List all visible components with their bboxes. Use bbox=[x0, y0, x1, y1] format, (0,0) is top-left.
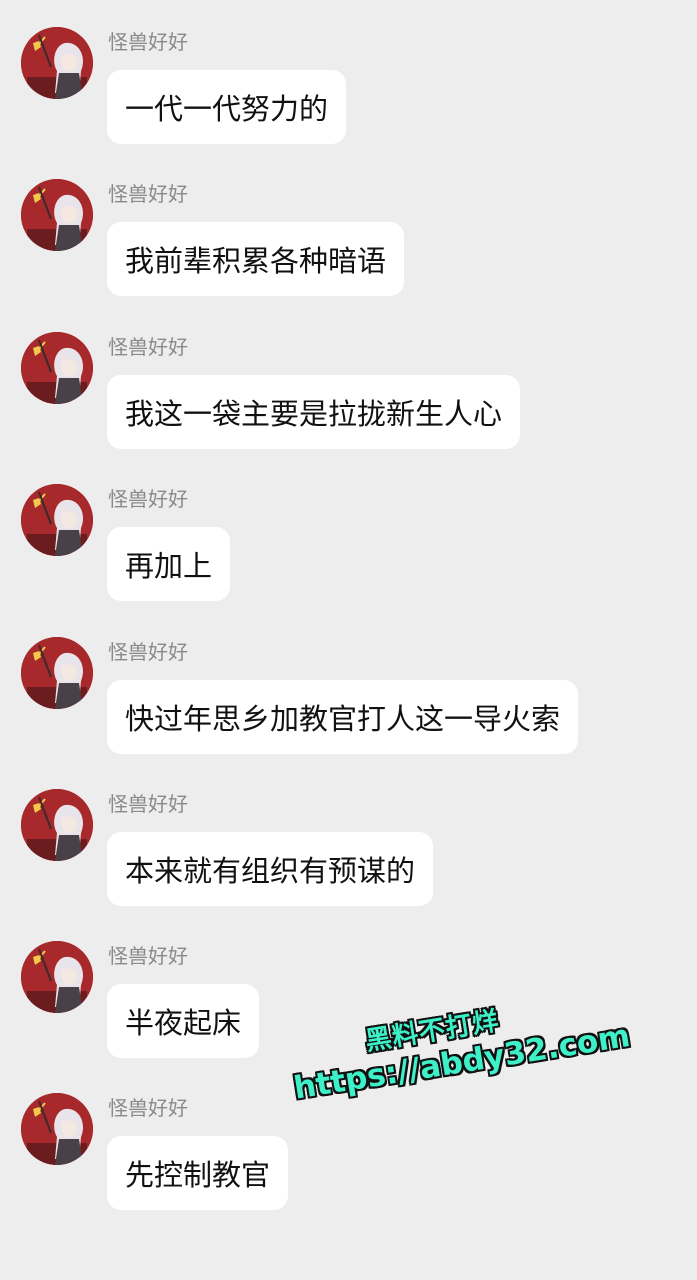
avatar-image bbox=[21, 1093, 93, 1165]
sender-name: 怪兽好好 bbox=[108, 30, 188, 54]
avatar[interactable] bbox=[21, 789, 93, 861]
avatar[interactable] bbox=[21, 484, 93, 556]
avatar-image bbox=[21, 332, 93, 404]
avatar[interactable] bbox=[21, 332, 93, 404]
message-bubble[interactable]: 快过年思乡加教官打人这一导火索 bbox=[107, 680, 579, 754]
avatar[interactable] bbox=[21, 27, 93, 99]
chat-message: 怪兽好好 一代一代努力的 bbox=[0, 0, 697, 150]
message-bubble[interactable]: 本来就有组织有预谋的 bbox=[107, 832, 434, 906]
chat-message: 怪兽好好 我前辈积累各种暗语 bbox=[0, 152, 697, 302]
chat-message: 怪兽好好 再加上 bbox=[0, 457, 697, 607]
message-bubble[interactable]: 先控制教官 bbox=[107, 1136, 289, 1210]
avatar[interactable] bbox=[21, 1093, 93, 1165]
avatar[interactable] bbox=[21, 637, 93, 709]
sender-name: 怪兽好好 bbox=[108, 1096, 188, 1120]
sender-name: 怪兽好好 bbox=[108, 640, 188, 664]
sender-name: 怪兽好好 bbox=[108, 792, 188, 816]
chat-message-list: 怪兽好好 一代一代努力的 怪兽好好 我前辈积累各种暗语 怪兽好好 我这一袋主要是… bbox=[0, 0, 697, 1280]
chat-message: 怪兽好好 先控制教官 bbox=[0, 1066, 697, 1216]
sender-name: 怪兽好好 bbox=[108, 182, 188, 206]
message-bubble[interactable]: 半夜起床 bbox=[107, 984, 260, 1058]
chat-message: 怪兽好好 快过年思乡加教官打人这一导火索 bbox=[0, 610, 697, 760]
avatar-image bbox=[21, 484, 93, 556]
chat-message: 怪兽好好 半夜起床 bbox=[0, 914, 697, 1064]
sender-name: 怪兽好好 bbox=[108, 487, 188, 511]
avatar-image bbox=[21, 179, 93, 251]
sender-name: 怪兽好好 bbox=[108, 335, 188, 359]
message-bubble[interactable]: 我这一袋主要是拉拢新生人心 bbox=[107, 375, 521, 449]
avatar-image bbox=[21, 637, 93, 709]
avatar-image bbox=[21, 27, 93, 99]
chat-message: 怪兽好好 我这一袋主要是拉拢新生人心 bbox=[0, 305, 697, 455]
sender-name: 怪兽好好 bbox=[108, 944, 188, 968]
avatar[interactable] bbox=[21, 941, 93, 1013]
message-bubble[interactable]: 再加上 bbox=[107, 527, 231, 601]
message-bubble[interactable]: 一代一代努力的 bbox=[107, 70, 347, 144]
avatar-image bbox=[21, 789, 93, 861]
avatar-image bbox=[21, 941, 93, 1013]
message-bubble[interactable]: 我前辈积累各种暗语 bbox=[107, 222, 405, 296]
chat-message: 怪兽好好 本来就有组织有预谋的 bbox=[0, 762, 697, 912]
avatar[interactable] bbox=[21, 179, 93, 251]
